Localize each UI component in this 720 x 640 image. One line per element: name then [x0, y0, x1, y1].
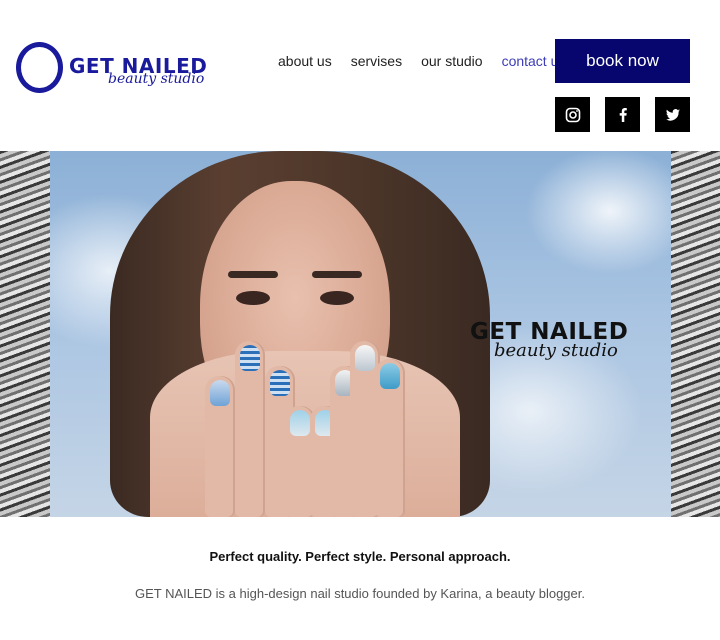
logo-ring-icon — [16, 42, 63, 93]
main-nav: about us servises our studio contact us — [278, 53, 565, 69]
hero-finger — [205, 376, 235, 517]
facebook-icon — [619, 107, 627, 122]
book-now-button[interactable]: book now — [555, 39, 690, 83]
hero-eye-left — [236, 291, 270, 305]
hero-finger — [235, 341, 265, 517]
logo-subtitle: beauty studio — [108, 71, 205, 87]
leaf-decoration-right — [671, 151, 720, 517]
about-text: GET NAILED is a high-design nail studio … — [135, 586, 585, 601]
twitter-link[interactable] — [655, 97, 690, 132]
facebook-link[interactable] — [605, 97, 640, 132]
nav-our-studio[interactable]: our studio — [421, 53, 482, 69]
hero-brand: GET NAILED beauty studio — [470, 319, 660, 379]
leaf-decoration-left — [0, 151, 50, 517]
hero-brow-right — [312, 271, 362, 278]
tagline: Perfect quality. Perfect style. Personal… — [209, 549, 511, 564]
nav-about-us[interactable]: about us — [278, 53, 332, 69]
instagram-link[interactable] — [555, 97, 590, 132]
hero-finger — [375, 359, 405, 517]
twitter-icon — [665, 108, 680, 121]
nav-services[interactable]: servises — [351, 53, 402, 69]
hero-brow-left — [228, 271, 278, 278]
logo[interactable]: GET NAILED beauty studio — [16, 42, 216, 98]
hero-eye-right — [320, 291, 354, 305]
hero-brand-subtitle: beauty studio — [494, 340, 618, 361]
instagram-icon — [565, 107, 580, 122]
hero-banner: GET NAILED beauty studio — [0, 151, 720, 517]
